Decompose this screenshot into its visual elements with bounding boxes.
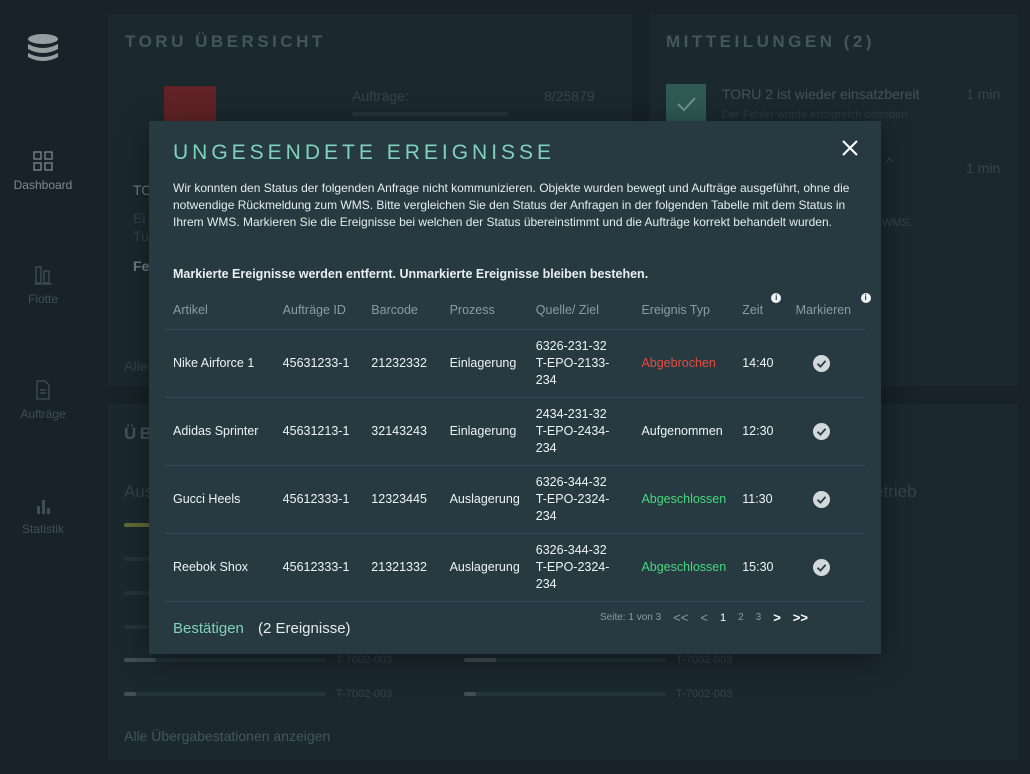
quelle: 6326-344-32 (535, 474, 607, 489)
cell-prozess: Auslagerung (441, 464, 528, 533)
zeit-label: Zeit (742, 302, 764, 317)
cell-zeit: 11:30 (734, 464, 788, 533)
cell-ereignis-typ: Abgebrochen (633, 328, 735, 397)
cell-markieren (787, 532, 865, 601)
quelle: 6326-344-32 (535, 542, 607, 557)
events-table: Artikel Aufträge ID Barcode Prozess Quel… (165, 291, 871, 601)
cell-auftrag-id: 45631233-1 (274, 328, 364, 397)
checkmark-circle-icon[interactable] (812, 558, 830, 576)
info-icon[interactable]: i (860, 293, 871, 303)
pagination: Seite: 1 von 3 << < 1 2 3 > >> (600, 610, 820, 625)
checkmark-circle-icon[interactable] (812, 354, 830, 372)
cell-ereignis-typ: Aufgenommen (633, 396, 735, 465)
cell-prozess: Einlagerung (441, 396, 528, 465)
cell-artikel: Reebok Shox (165, 532, 275, 601)
quelle: 6326-231-32 (535, 338, 607, 353)
info-icon[interactable]: i (771, 293, 782, 303)
table-row[interactable]: Gucci Heels 45612333-1 12323445 Auslager… (165, 464, 865, 533)
page-1-button[interactable]: 1 (720, 612, 726, 624)
ziel: T-EPO-2133-234 (535, 355, 610, 387)
cell-zeit: 14:40 (734, 328, 788, 397)
table-row[interactable]: Adidas Sprinter 45631213-1 32143243 Einl… (165, 396, 865, 465)
footer-divider (165, 601, 865, 602)
unsent-events-modal: UNGESENDETE EREIGNISSE Wir konnten den S… (149, 121, 881, 654)
table-header-row: Artikel Aufträge ID Barcode Prozess Quel… (165, 291, 871, 329)
column-header-prozess: Prozess (449, 302, 495, 317)
column-header-markieren: Markieren i (788, 291, 871, 329)
cell-quelle-ziel: 6326-344-32 T-EPO-2324-234 (527, 464, 634, 533)
cell-auftrag-id: 45631213-1 (274, 396, 364, 465)
column-header-auftraege-id: Aufträge ID (282, 302, 346, 317)
checkmark-circle-icon[interactable] (812, 422, 830, 440)
modal-title: UNGESENDETE EREIGNISSE (173, 141, 556, 164)
cell-zeit: 15:30 (734, 532, 788, 601)
quelle: 2434-231-32 (535, 406, 607, 421)
column-header-quelle-ziel: Quelle/ Ziel (535, 302, 600, 317)
prev-page-button[interactable]: < (700, 610, 708, 625)
checkmark-circle-icon[interactable] (812, 490, 830, 508)
cell-barcode: 21232332 (363, 328, 442, 397)
cell-artikel: Nike Airforce 1 (165, 328, 275, 397)
column-header-zeit: Zeit i (734, 291, 787, 329)
cell-barcode: 32143243 (363, 396, 442, 465)
cell-markieren (787, 328, 865, 397)
cell-quelle-ziel: 6326-231-32 T-EPO-2133-234 (527, 328, 634, 397)
last-page-button[interactable]: >> (793, 610, 808, 625)
cell-markieren (787, 464, 865, 533)
cell-quelle-ziel: 6326-344-32 T-EPO-2324-234 (527, 532, 634, 601)
confirm-button[interactable]: Bestätigen (173, 620, 244, 637)
column-header-artikel: Artikel (173, 302, 208, 317)
cell-artikel: Gucci Heels (165, 464, 275, 533)
column-header-ereignis-typ: Ereignis Typ (641, 302, 710, 317)
first-page-button[interactable]: << (673, 610, 688, 625)
cell-barcode: 21321332 (363, 532, 442, 601)
modal-note: Markierte Ereignisse werden entfernt. Un… (173, 267, 649, 281)
cell-ereignis-typ: Abgeschlossen (633, 464, 735, 533)
column-header-barcode: Barcode (371, 302, 418, 317)
cell-auftrag-id: 45612333-1 (274, 464, 364, 533)
cell-markieren (787, 396, 865, 465)
ziel: T-EPO-2324-234 (535, 491, 610, 523)
page-2-button[interactable]: 2 (738, 612, 744, 623)
ziel: T-EPO-2434-234 (535, 423, 610, 455)
markieren-label: Markieren (795, 302, 852, 317)
cell-barcode: 12323445 (363, 464, 442, 533)
pagination-label: Seite: 1 von 3 (600, 612, 662, 623)
table-row[interactable]: Reebok Shox 45612333-1 21321332 Auslager… (165, 532, 865, 601)
page-3-button[interactable]: 3 (756, 612, 762, 623)
cell-artikel: Adidas Sprinter (165, 396, 275, 465)
ziel: T-EPO-2324-234 (535, 559, 610, 591)
cell-prozess: Einlagerung (441, 328, 528, 397)
cell-auftrag-id: 45612333-1 (274, 532, 364, 601)
cell-ereignis-typ: Abgeschlossen (633, 532, 735, 601)
event-count: (2 Ereignisse) (258, 620, 351, 637)
next-page-button[interactable]: > (773, 610, 781, 625)
cell-prozess: Auslagerung (441, 532, 528, 601)
table-row[interactable]: Nike Airforce 1 45631233-1 21232332 Einl… (165, 328, 865, 397)
close-icon[interactable] (839, 137, 861, 159)
cell-quelle-ziel: 2434-231-32 T-EPO-2434-234 (527, 396, 634, 465)
cell-zeit: 12:30 (734, 396, 788, 465)
modal-description: Wir konnten den Status der folgenden Anf… (173, 181, 850, 229)
